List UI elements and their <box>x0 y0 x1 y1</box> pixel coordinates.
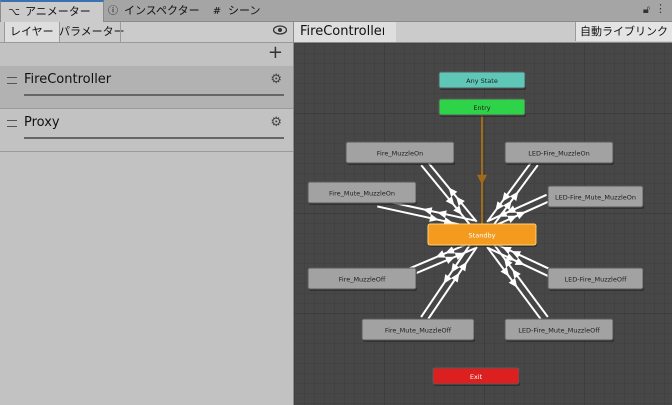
layer-weight-bar <box>24 94 284 96</box>
state-node-any[interactable]: Any State <box>438 71 526 90</box>
state-label: LED-Fire_Mute_MuzzleOn <box>555 194 636 202</box>
transition-arrow-icon <box>451 263 460 273</box>
states-layer: Any State Entry Fire_MuzzleOn LED-Fire_Muzz… <box>307 71 644 386</box>
window-tab-bar: ⌥ アニメーター ⓘ インスペクター # シーン 🔓︎ ⋮ <box>0 0 672 22</box>
breadcrumb-bar: FireController 自動ライブリンク <box>294 22 672 43</box>
state-node-fire-mute-on[interactable]: Fire_Mute_MuzzleOn <box>307 181 417 205</box>
state-label: Standby <box>469 232 496 240</box>
info-icon: ⓘ <box>108 6 118 17</box>
breadcrumb-arrow <box>384 22 392 42</box>
transition-arrow-icon <box>437 210 447 219</box>
transition-arrow-icon <box>451 272 460 283</box>
layer-name: Proxy <box>24 115 60 130</box>
state-label: LED-Fire_Mute_MuzzleOff <box>518 327 600 335</box>
transition-arrow-icon <box>443 274 452 284</box>
transition-arrow-icon <box>509 191 519 202</box>
state-node-fire-mute-off[interactable]: Fire_Mute_MuzzleOff <box>361 318 475 342</box>
transition-arrow-icon <box>502 192 511 202</box>
add-layer-row: + <box>0 43 293 65</box>
state-label: LED-Fire_MuzzleOff <box>565 276 627 284</box>
state-label: Fire_Mute_MuzzleOff <box>385 327 452 335</box>
transition-arrow-icon <box>477 174 487 185</box>
transition-arrow-icon <box>422 207 433 216</box>
tab-inspector[interactable]: ⓘ インスペクター <box>106 1 200 21</box>
state-graph-svg: Any State Entry Fire_MuzzleOn LED-Fire_Muzz… <box>307 71 644 386</box>
layer-item[interactable]: Proxy ⚙ <box>0 109 293 152</box>
state-node-led-mute-on[interactable]: LED-Fire_Mute_MuzzleOn <box>547 185 644 209</box>
state-label: Fire_MuzzleOff <box>339 276 386 284</box>
gear-icon[interactable]: ⚙ <box>270 115 282 130</box>
state-label: Entry <box>473 104 490 112</box>
state-node-led-off[interactable]: LED-Fire_MuzzleOff <box>547 267 644 291</box>
transition-arrow-icon <box>429 214 439 222</box>
transition-arrow-icon <box>458 261 467 272</box>
state-transition[interactable] <box>492 242 549 318</box>
state-node-entry[interactable]: Entry <box>438 98 526 117</box>
auto-live-link-toggle[interactable]: 自動ライブリンク <box>575 22 672 41</box>
tab-scene-label: シーン <box>228 4 261 17</box>
state-label: Fire_Mute_MuzzleOn <box>329 190 395 198</box>
add-layer-button[interactable]: + <box>268 43 283 63</box>
drag-handle-icon[interactable] <box>7 120 17 127</box>
scene-grid-icon: # <box>212 6 222 17</box>
state-node-exit[interactable]: Exit <box>432 367 520 386</box>
state-label: LED-Fire_MuzzleOn <box>528 150 590 158</box>
state-label: Fire_MuzzleOn <box>377 150 423 158</box>
tab-layers[interactable]: レイヤー <box>4 22 60 42</box>
state-node-led-mute-off[interactable]: LED-Fire_Mute_MuzzleOff <box>504 318 614 342</box>
layer-weight-bar <box>24 137 284 139</box>
state-label: Any State <box>466 77 498 85</box>
transition-arrow-icon <box>495 201 504 211</box>
lock-icon[interactable]: 🔓︎ <box>643 3 650 17</box>
state-machine-panel: FireController 自動ライブリンク Any State Entry Fi… <box>294 22 672 405</box>
tab-animator[interactable]: ⌥ アニメーター <box>0 0 104 22</box>
gear-icon[interactable]: ⚙ <box>270 72 282 87</box>
layer-name: FireController <box>24 72 112 87</box>
state-node-fire-on[interactable]: Fire_MuzzleOn <box>345 141 455 165</box>
tab-animator-label: アニメーター <box>25 5 91 18</box>
animator-icon: ⌥ <box>8 7 20 18</box>
layers-panel: レイヤー パラメーター + FireController ⚙ Proxy ⚙ <box>0 22 294 405</box>
eye-icon[interactable] <box>272 24 288 39</box>
tab-scene[interactable]: # シーン <box>210 1 261 21</box>
state-graph-canvas[interactable]: Any State Entry Fire_MuzzleOn LED-Fire_Muzz… <box>294 43 672 405</box>
state-node-fire-off[interactable]: Fire_MuzzleOff <box>307 267 417 291</box>
state-node-standby[interactable]: Standby <box>427 223 537 247</box>
state-label: Exit <box>470 373 483 381</box>
layer-item[interactable]: FireController ⚙ <box>0 66 293 109</box>
breadcrumb[interactable]: FireController <box>294 22 396 42</box>
layers-panel-tabs: レイヤー パラメーター <box>0 22 293 43</box>
tab-inspector-label: インスペクター <box>124 4 200 17</box>
tab-parameters[interactable]: パラメーター <box>54 22 130 42</box>
menu-kebab-icon[interactable]: ⋮ <box>655 2 666 15</box>
tab-divider <box>120 22 121 42</box>
drag-handle-icon[interactable] <box>7 77 17 84</box>
state-node-led-on[interactable]: LED-Fire_MuzzleOn <box>504 141 614 165</box>
